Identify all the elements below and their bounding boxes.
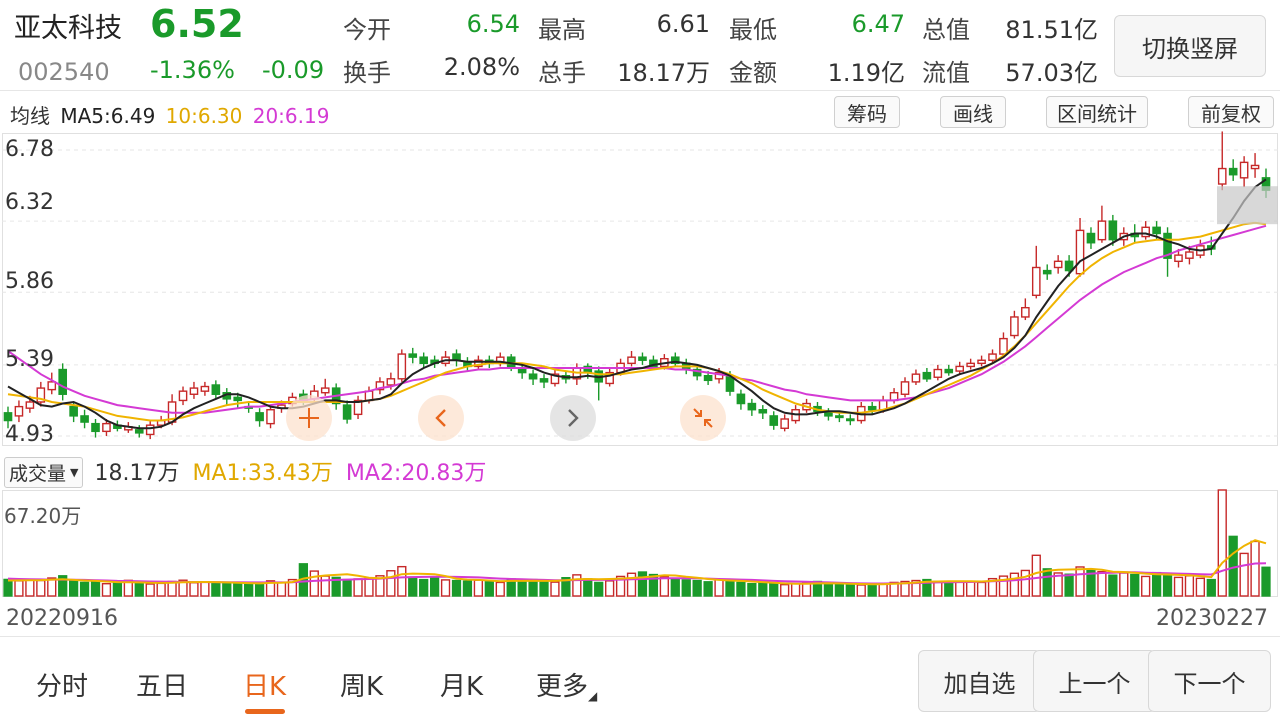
- change-percent: -1.36%: [150, 56, 235, 84]
- kline-chart-frame[interactable]: [2, 133, 1278, 446]
- change-amount: -0.09: [262, 56, 325, 84]
- quote-value-open: 6.54: [466, 10, 520, 38]
- chevron-left-icon: [435, 409, 446, 427]
- y-axis-label-2: 6.32: [5, 190, 54, 215]
- add-watchlist-button[interactable]: 加自选: [918, 650, 1041, 712]
- dropdown-triangle-icon: ▼: [70, 466, 79, 479]
- last-price: 6.52: [150, 2, 244, 46]
- y-axis-label-4: 5.39: [5, 347, 54, 372]
- y-axis-label-bottom: 4.93: [5, 422, 54, 447]
- volume-indicator-label: 成交量: [9, 463, 67, 485]
- quote-value-amount: 1.19亿: [827, 59, 905, 87]
- footer-divider: [0, 636, 1280, 637]
- stock-code: 002540: [18, 58, 110, 86]
- tab-intraday[interactable]: 分时: [36, 666, 88, 703]
- zoom-out-button[interactable]: [680, 395, 726, 441]
- quote-value-turnover: 2.08%: [443, 53, 520, 81]
- volume-ma1: MA1:33.43万: [192, 461, 333, 486]
- quote-label-amount: 金额: [729, 59, 777, 87]
- chips-button[interactable]: 筹码: [834, 96, 900, 128]
- volume-max-label: 67.20万: [4, 504, 82, 528]
- quote-value-low: 6.47: [851, 10, 905, 38]
- volume-ma2: MA2:20.83万: [345, 461, 487, 486]
- next-stock-button[interactable]: 下一个: [1148, 650, 1271, 712]
- quote-value-total-value: 81.51亿: [1005, 16, 1098, 44]
- start-date: 20220916: [6, 606, 118, 631]
- quote-label-turnover: 换手: [343, 59, 391, 87]
- volume-value: 18.17万: [94, 461, 180, 486]
- tab-daily-k[interactable]: 日K: [243, 666, 286, 703]
- quote-label-open: 今开: [343, 16, 391, 44]
- ma-legend: 均线 MA5:6.49 10:6.30 20:6.19: [10, 100, 333, 129]
- end-date: 20230227: [1156, 606, 1268, 631]
- tab-weekly-k[interactable]: 周K: [340, 666, 383, 703]
- y-axis-label-top: 6.78: [5, 137, 54, 162]
- volume-legend: 成交量 ▼ 18.17万 MA1:33.43万 MA2:20.83万: [4, 455, 486, 488]
- ma10-value: 10:6.30: [165, 104, 243, 128]
- stock-name: 亚太科技: [14, 13, 122, 44]
- quote-value-high: 6.61: [656, 10, 710, 38]
- corner-triangle-icon: ◢: [588, 689, 598, 703]
- header-divider: [0, 90, 1280, 91]
- scroll-right-button[interactable]: [550, 395, 596, 441]
- quote-label-float-value: 流值: [922, 59, 970, 87]
- tab-more[interactable]: 更多◢: [536, 666, 597, 703]
- volume-indicator-select[interactable]: 成交量 ▼: [4, 457, 84, 488]
- quote-label-low: 最低: [729, 16, 777, 44]
- tab-five-day[interactable]: 五日: [136, 666, 188, 703]
- previous-stock-button[interactable]: 上一个: [1033, 650, 1156, 712]
- quote-label-total-hands: 总手: [538, 59, 586, 87]
- volume-chart-frame[interactable]: [2, 490, 1278, 597]
- active-tab-indicator: [245, 709, 285, 714]
- adjust-mode-button[interactable]: 前复权: [1188, 96, 1274, 128]
- quote-value-total-hands: 18.17万: [617, 59, 710, 87]
- range-stats-button[interactable]: 区间统计: [1046, 96, 1148, 128]
- tab-more-label: 更多: [536, 672, 589, 702]
- scroll-left-button[interactable]: [418, 395, 464, 441]
- quote-value-float-value: 57.03亿: [1005, 59, 1098, 87]
- draw-line-button[interactable]: 画线: [940, 96, 1006, 128]
- y-axis-label-3: 5.86: [5, 269, 54, 294]
- ma-legend-title: 均线: [10, 104, 50, 128]
- tab-monthly-k[interactable]: 月K: [440, 666, 483, 703]
- quote-label-total-value: 总值: [922, 16, 970, 44]
- ma20-value: 20:6.19: [252, 104, 330, 128]
- crosshair-icon: [299, 408, 319, 428]
- ma5-value: MA5:6.49: [60, 104, 156, 128]
- switch-portrait-button[interactable]: 切换竖屏: [1114, 15, 1266, 77]
- crosshair-button[interactable]: [286, 395, 332, 441]
- quote-label-high: 最高: [538, 16, 586, 44]
- shrink-icon: [693, 408, 713, 428]
- chevron-right-icon: [568, 409, 579, 427]
